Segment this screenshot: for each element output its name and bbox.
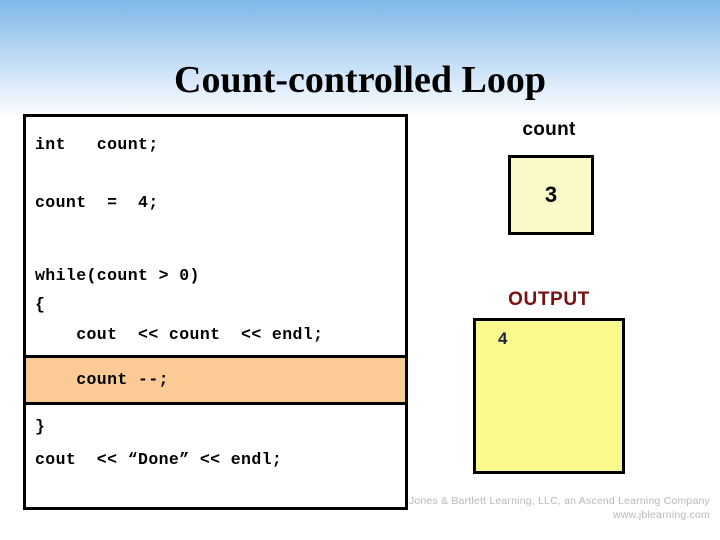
variable-label: count [522,119,576,140]
code-line: cout << “Done” << endl; [35,450,283,469]
code-line-highlighted: count --; [35,370,169,389]
output-label: OUTPUT [508,289,590,310]
code-line: { [35,295,46,314]
variable-value: 3 [544,182,558,207]
footer-company: Jones & Bartlett Learning, LLC, an Ascen… [408,495,710,507]
footer-website: www.jblearning.com [613,509,710,521]
footer-watermark: Jones & Bartlett Learning, LLC, an Ascen… [360,494,710,522]
output-line: 4 [498,329,508,348]
code-line: while(count > 0) [35,266,200,285]
code-line: int count; [35,135,159,154]
variable-value-box: 3 [508,155,594,235]
code-line: count = 4; [35,193,159,212]
code-panel: int count; count = 4; while(count > 0) {… [23,114,408,510]
page-title: Count-controlled Loop [174,59,546,101]
code-line: } [35,417,46,436]
output-box: 4 [473,318,625,474]
code-line: cout << count << endl; [35,325,324,344]
slide-canvas: Count-controlled Loop int count; count =… [0,0,720,540]
